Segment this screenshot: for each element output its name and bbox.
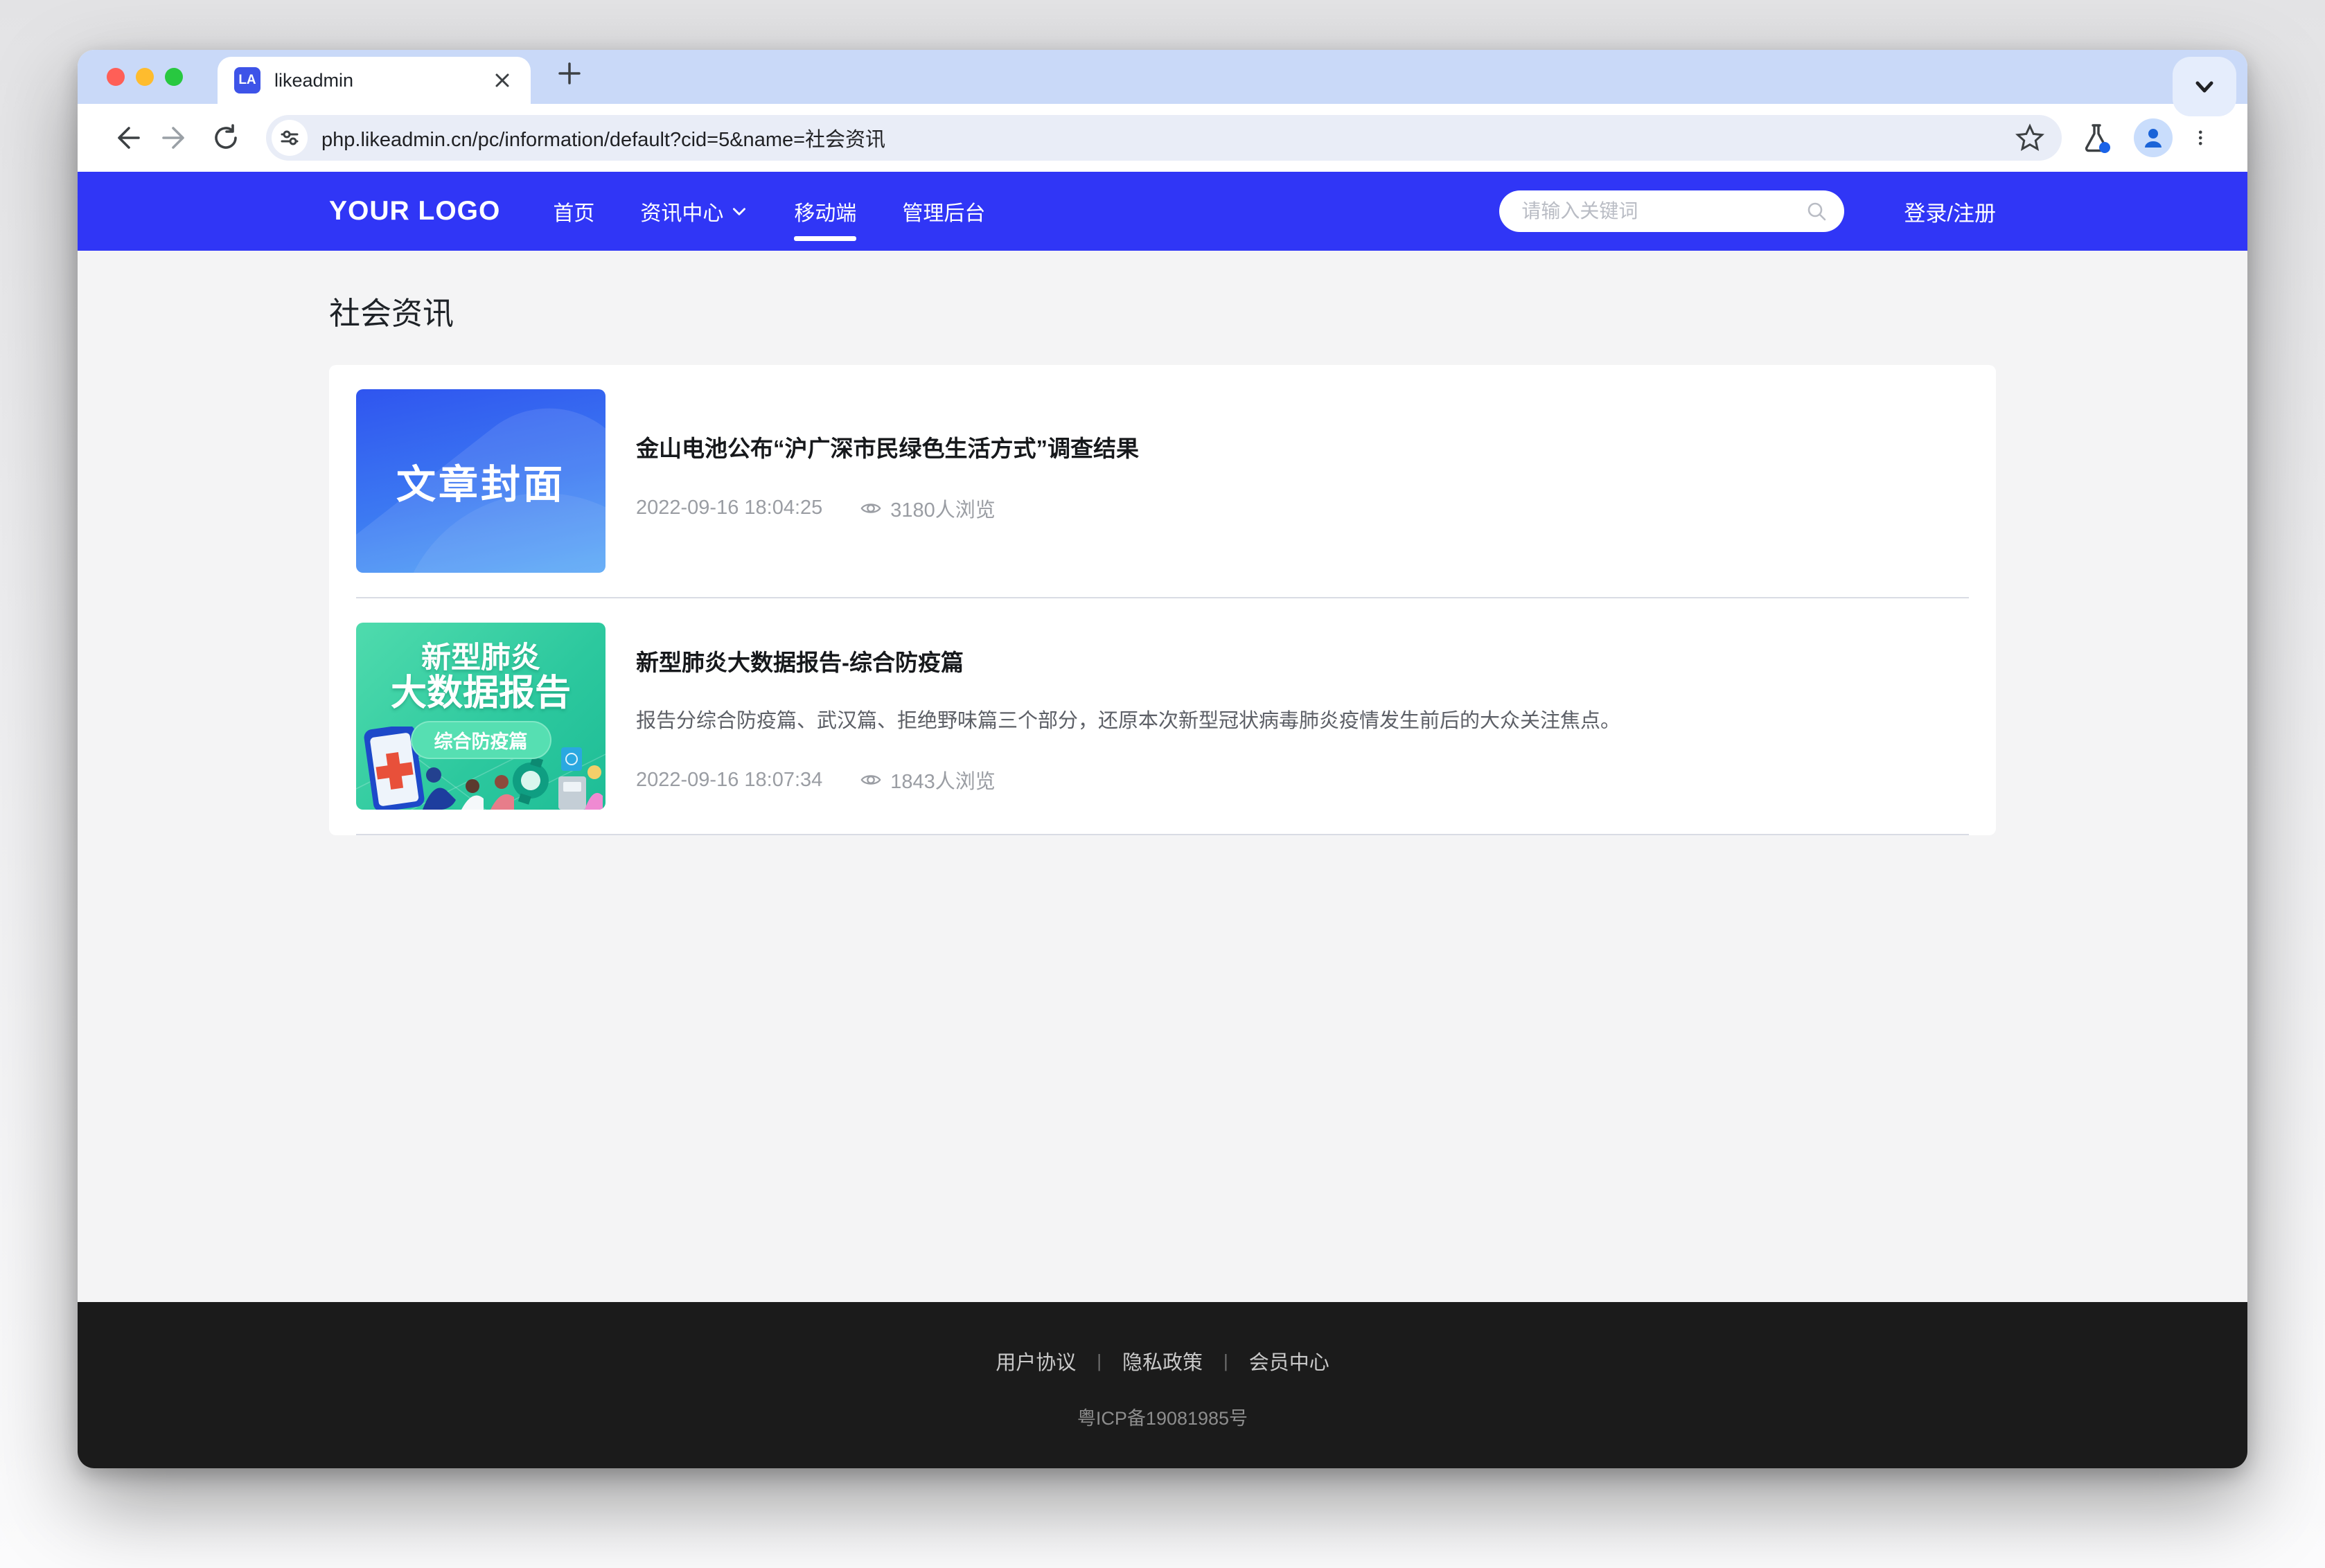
tab-strip: LA likeadmin <box>78 50 2247 104</box>
menu-item-mobile[interactable]: 移动端 <box>794 172 856 251</box>
browser-toolbar: php.likeadmin.cn/pc/information/default?… <box>78 104 2247 172</box>
minimize-window-button[interactable] <box>136 68 154 86</box>
page-main: 社会资讯 文章封面 金山电池公布“沪广深市民绿色生活方式”调查结果 2022-0… <box>78 251 2247 1302</box>
article-meta: 2022-09-16 18:04:25 3180人浏览 <box>636 494 1969 523</box>
cover-badge: 综合防疫篇 <box>411 721 551 759</box>
menu-item-news-center[interactable]: 资讯中心 <box>640 172 748 251</box>
menu-item-admin[interactable]: 管理后台 <box>902 172 985 251</box>
views-eye-icon <box>860 769 882 791</box>
tab-favicon: LA <box>234 67 260 93</box>
views-eye-icon <box>860 497 882 519</box>
cover-text-line1: 新型肺炎 <box>421 642 540 674</box>
bookmark-star-icon[interactable] <box>2015 123 2045 153</box>
experiments-flask-icon[interactable] <box>2080 121 2113 154</box>
article-description: 报告分综合防疫篇、武汉篇、拒绝野味篇三个部分，还原本次新型冠状病毒肺炎疫情发生前… <box>636 706 1969 737</box>
article-date: 2022-09-16 18:07:34 <box>636 769 822 792</box>
article-thumbnail[interactable]: 文章封面 <box>356 389 605 573</box>
browser-tab-likeadmin[interactable]: LA likeadmin <box>218 57 531 104</box>
search-icon[interactable] <box>1804 199 1829 224</box>
address-bar[interactable]: php.likeadmin.cn/pc/information/default?… <box>266 115 2062 161</box>
menu-item-label: 管理后台 <box>902 196 985 226</box>
main-menu: 首页 资讯中心 移动端 管理后台 <box>553 172 985 251</box>
footer-links: 用户协议 | 隐私政策 | 会员中心 <box>996 1346 1329 1375</box>
back-button[interactable] <box>111 123 141 153</box>
login-register-link[interactable]: 登录/注册 <box>1904 196 1996 227</box>
window-controls <box>107 68 183 86</box>
footer-link-privacy-policy[interactable]: 隐私政策 <box>1122 1346 1203 1375</box>
icp-record-number: 粤ICP备19081985号 <box>1077 1403 1248 1430</box>
footer-link-user-agreement[interactable]: 用户协议 <box>996 1346 1076 1375</box>
tab-close-icon[interactable] <box>490 69 514 92</box>
article-meta: 2022-09-16 18:07:34 1843人浏览 <box>636 765 1969 794</box>
forward-button[interactable] <box>161 123 191 153</box>
article-thumbnail[interactable]: 新型肺炎 大数据报告 综合防疫篇 <box>356 623 605 810</box>
article-date: 2022-09-16 18:04:25 <box>636 497 822 519</box>
cover-text-line2: 大数据报告 <box>391 674 571 713</box>
browser-menu-icon[interactable] <box>2193 123 2214 153</box>
page-title: 社会资讯 <box>329 288 1996 333</box>
search-input[interactable] <box>1521 200 1804 222</box>
site-footer: 用户协议 | 隐私政策 | 会员中心 粤ICP备19081985号 <box>78 1302 2247 1468</box>
menu-item-home[interactable]: 首页 <box>553 172 594 251</box>
article-title[interactable]: 新型肺炎大数据报告-综合防疫篇 <box>636 648 1969 679</box>
site-navbar: YOUR LOGO 首页 资讯中心 移动端 管理后台 <box>78 172 2247 251</box>
keyword-search-box[interactable] <box>1499 190 1844 232</box>
article-list-card: 文章封面 金山电池公布“沪广深市民绿色生活方式”调查结果 2022-09-16 … <box>329 365 1996 835</box>
tab-title: likeadmin <box>274 70 490 91</box>
chevron-down-icon <box>730 202 748 220</box>
footer-separator: | <box>1223 1351 1228 1372</box>
reload-button[interactable] <box>211 123 241 153</box>
url-text[interactable]: php.likeadmin.cn/pc/information/default?… <box>321 123 2015 152</box>
footer-separator: | <box>1097 1351 1102 1372</box>
maximize-window-button[interactable] <box>165 68 183 86</box>
footer-link-member-center[interactable]: 会员中心 <box>1249 1346 1329 1375</box>
site-settings-icon[interactable] <box>272 120 308 156</box>
toolbar-right <box>2080 118 2224 157</box>
site-logo[interactable]: YOUR LOGO <box>329 196 500 226</box>
cover-text: 文章封面 <box>396 453 565 510</box>
tab-search-button[interactable] <box>2173 57 2236 116</box>
article-item: 文章封面 金山电池公布“沪广深市民绿色生活方式”调查结果 2022-09-16 … <box>356 389 1969 598</box>
profile-avatar[interactable] <box>2134 118 2173 157</box>
new-tab-button[interactable] <box>554 58 585 89</box>
article-views: 3180人浏览 <box>890 494 996 523</box>
site-content: YOUR LOGO 首页 资讯中心 移动端 管理后台 <box>78 172 2247 1468</box>
menu-item-label: 移动端 <box>794 196 856 226</box>
article-views: 1843人浏览 <box>890 765 996 794</box>
article-item: 新型肺炎 大数据报告 综合防疫篇 <box>356 598 1969 835</box>
article-title[interactable]: 金山电池公布“沪广深市民绿色生活方式”调查结果 <box>636 434 1969 465</box>
close-window-button[interactable] <box>107 68 125 86</box>
menu-item-label: 资讯中心 <box>640 196 723 226</box>
menu-item-label: 首页 <box>553 196 594 226</box>
browser-window: LA likeadmin <box>78 50 2247 1468</box>
